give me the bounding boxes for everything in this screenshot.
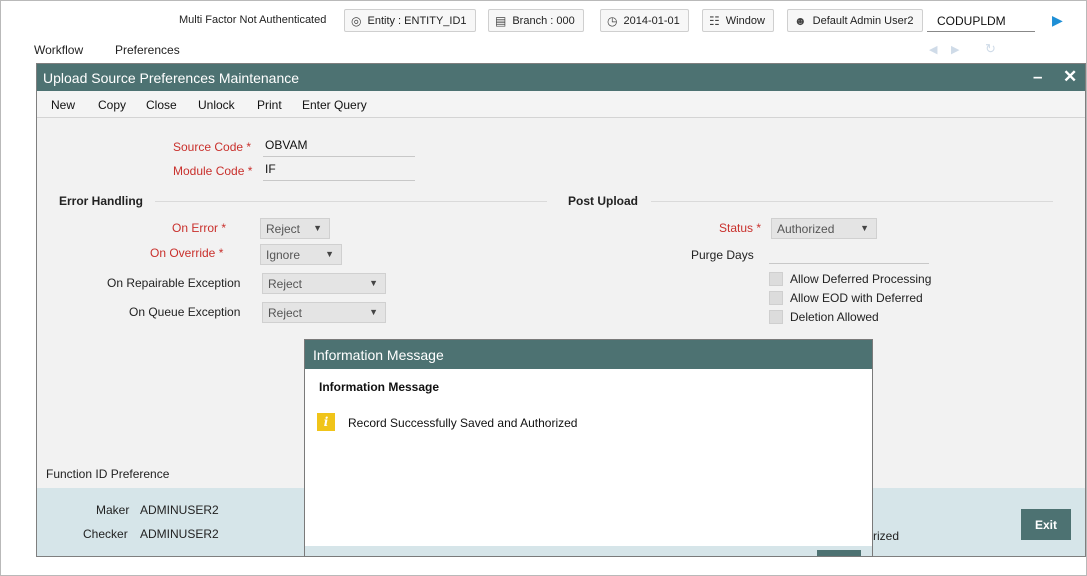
dialog-heading: Information Message <box>319 380 440 394</box>
menu-preferences[interactable]: Preferences <box>115 43 180 57</box>
status-label: Status * <box>719 221 762 235</box>
entity-label: Entity : ENTITY_ID1 <box>367 14 467 27</box>
function-id-input[interactable]: CODUPLDM <box>927 9 1035 32</box>
forward-icon[interactable]: ▶ <box>951 43 959 56</box>
on-error-select[interactable]: Reject ▼ <box>260 218 330 239</box>
post-upload-title: Post Upload <box>568 194 639 208</box>
ok-button[interactable] <box>817 550 861 556</box>
purge-days-label: Purge Days <box>691 248 754 262</box>
checker-label: Checker <box>83 527 128 541</box>
branch-label: Branch : 000 <box>512 14 575 27</box>
entity-button[interactable]: ◎ Entity : ENTITY_ID1 <box>344 9 476 32</box>
window-icon: ☷ <box>709 13 720 28</box>
minimize-icon[interactable]: – <box>1033 67 1042 87</box>
window-label: Window <box>725 14 765 27</box>
allow-deferred-label: Allow Deferred Processing <box>790 272 932 286</box>
date-label: 2014-01-01 <box>623 14 680 27</box>
maker-label: Maker <box>96 503 130 517</box>
user-icon: ☻ <box>794 13 807 28</box>
on-queue-select[interactable]: Reject ▼ <box>262 302 386 323</box>
dialog-message: Record Successfully Saved and Authorized <box>348 416 578 430</box>
allow-eod-deferred-checkbox[interactable] <box>769 291 783 305</box>
date-button[interactable]: ◷ 2014-01-01 <box>600 9 689 32</box>
toolbar-print[interactable]: Print <box>257 98 282 112</box>
on-queue-label: On Queue Exception <box>129 305 241 319</box>
window-title-bar: Upload Source Preferences Maintenance – … <box>37 64 1085 91</box>
toolbar-copy[interactable]: Copy <box>98 98 126 112</box>
function-id-pref-tab[interactable]: Function ID Preference <box>46 467 169 481</box>
info-icon: i <box>317 413 335 431</box>
go-arrow-icon[interactable]: ▶ <box>1052 12 1063 29</box>
auth-status-value: rized <box>873 529 900 543</box>
module-code-label: Module Code * <box>173 164 253 178</box>
close-icon[interactable]: ✕ <box>1063 67 1077 87</box>
user-button[interactable]: ☻ Default Admin User2 <box>787 9 923 32</box>
top-status-bar: Multi Factor Not Authenticated ◎ Entity … <box>1 1 1086 39</box>
dialog-title: Information Message <box>305 340 872 369</box>
allow-deferred-checkbox[interactable] <box>769 272 783 286</box>
dropdown-arrow-icon: ▼ <box>369 307 378 317</box>
window-title: Upload Source Preferences Maintenance <box>43 70 300 86</box>
toolbar-unlock[interactable]: Unlock <box>198 98 235 112</box>
dropdown-arrow-icon: ▼ <box>860 223 869 233</box>
back-icon[interactable]: ◀ <box>929 43 937 56</box>
error-handling-title: Error Handling <box>59 194 144 208</box>
action-toolbar: New Copy Close Unlock Print Enter Query <box>37 91 1085 118</box>
toolbar-new[interactable]: New <box>51 98 75 112</box>
on-repairable-select[interactable]: Reject ▼ <box>262 273 386 294</box>
deletion-allowed-label: Deletion Allowed <box>790 310 879 324</box>
user-label: Default Admin User2 <box>812 14 914 27</box>
mfa-status: Multi Factor Not Authenticated <box>179 14 327 26</box>
on-repairable-label: On Repairable Exception <box>107 276 241 290</box>
exit-button[interactable]: Exit <box>1021 509 1071 540</box>
module-code-field[interactable]: IF <box>263 162 415 181</box>
purge-days-field[interactable] <box>769 245 929 264</box>
globe-icon: ◎ <box>351 13 362 28</box>
menu-workflow[interactable]: Workflow <box>34 43 83 57</box>
bank-icon: ▤ <box>495 13 507 28</box>
checker-value: ADMINUSER2 <box>140 527 219 541</box>
allow-eod-deferred-label: Allow EOD with Deferred <box>790 291 923 305</box>
source-code-field[interactable]: OBVAM <box>263 138 415 157</box>
source-code-label: Source Code * <box>173 140 252 154</box>
dialog-footer <box>305 546 872 556</box>
on-override-select[interactable]: Ignore ▼ <box>260 244 342 265</box>
toolbar-close[interactable]: Close <box>146 98 177 112</box>
refresh-icon[interactable]: ↻ <box>985 41 996 57</box>
on-override-label: On Override * <box>150 246 224 260</box>
information-dialog: Information Message Information Message … <box>304 339 873 557</box>
section-divider <box>651 201 1053 202</box>
status-select[interactable]: Authorized ▼ <box>771 218 877 239</box>
branch-button[interactable]: ▤ Branch : 000 <box>488 9 584 32</box>
menu-bar: Workflow Preferences ◀ ▶ ↻ <box>1 39 1086 61</box>
dropdown-arrow-icon: ▼ <box>325 249 334 259</box>
app-frame: Multi Factor Not Authenticated ◎ Entity … <box>0 0 1087 576</box>
clock-icon: ◷ <box>607 13 618 28</box>
dropdown-arrow-icon: ▼ <box>313 223 322 233</box>
maker-value: ADMINUSER2 <box>140 503 219 517</box>
window-button[interactable]: ☷ Window <box>702 9 774 32</box>
deletion-allowed-checkbox[interactable] <box>769 310 783 324</box>
toolbar-enter-query[interactable]: Enter Query <box>302 98 367 112</box>
on-error-label: On Error * <box>172 221 227 235</box>
section-divider <box>155 201 547 202</box>
dropdown-arrow-icon: ▼ <box>369 278 378 288</box>
